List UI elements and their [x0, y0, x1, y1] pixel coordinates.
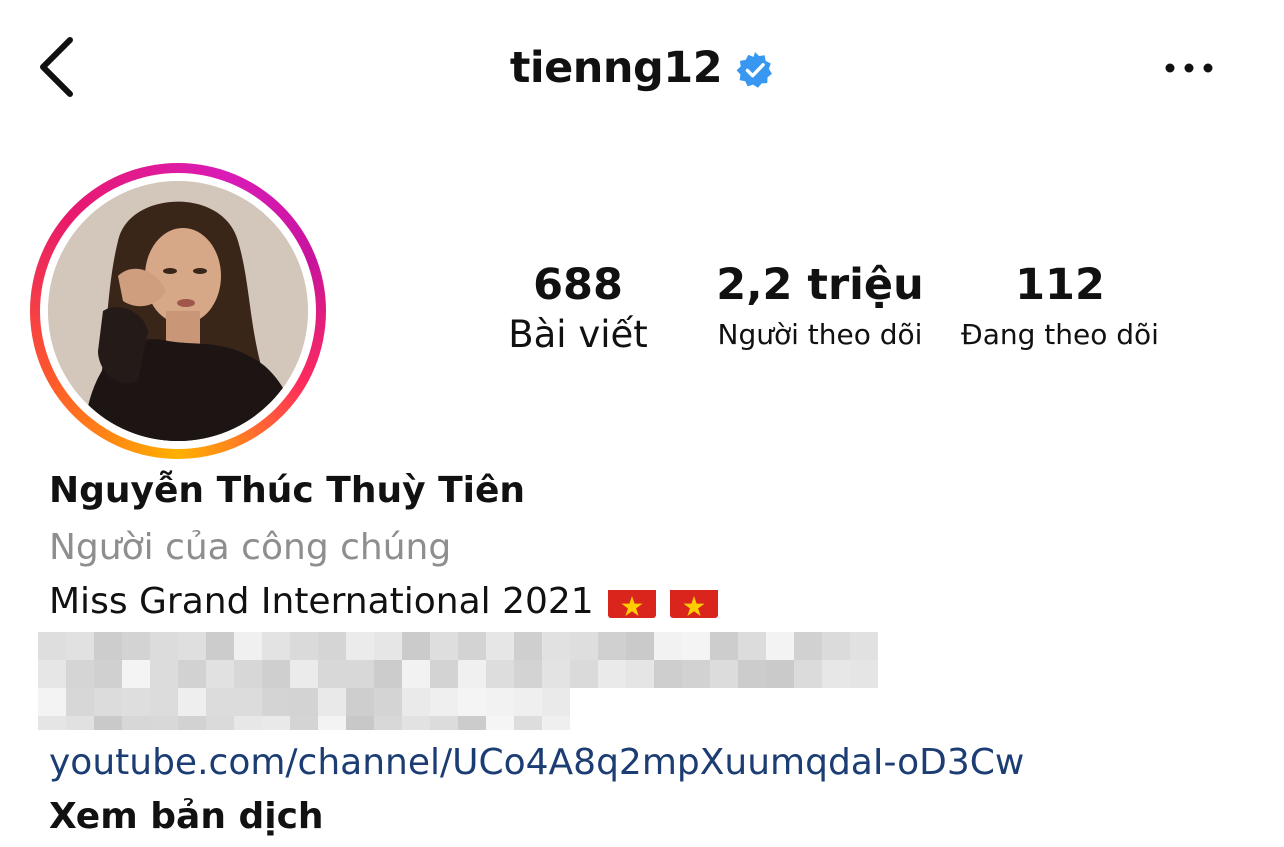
avatar-story-ring[interactable]	[30, 163, 326, 459]
vietnam-flag-icon	[607, 586, 656, 618]
avatar	[48, 181, 308, 441]
profile-photo	[48, 181, 308, 441]
header-title: tienng12	[0, 38, 1284, 98]
profile-link[interactable]: youtube.com/channel/UCo4A8q2mpXuumqdaI-o…	[49, 738, 1024, 788]
see-translation-button[interactable]: Xem bản dịch	[49, 792, 324, 842]
stat-following[interactable]: 112 Đang theo dõi	[945, 258, 1175, 358]
more-options-icon	[1165, 63, 1213, 73]
more-options-button[interactable]	[1158, 48, 1222, 88]
profile-category: Người của công chúng	[49, 527, 452, 568]
verified-badge-icon	[736, 51, 773, 88]
profile-full-name: Nguyễn Thúc Thuỳ Tiên	[49, 470, 526, 511]
followers-label: Người theo dõi	[717, 318, 923, 351]
following-count: 112	[1015, 260, 1105, 310]
redacted-bio-text	[38, 632, 898, 732]
posts-count: 688	[533, 260, 623, 310]
stat-posts[interactable]: 688 Bài viết	[488, 258, 668, 358]
bio-text: Miss Grand International 2021	[49, 581, 594, 622]
vietnam-flag-icon	[669, 586, 718, 618]
followers-count: 2,2 triệu	[716, 260, 924, 310]
stat-followers[interactable]: 2,2 triệu Người theo dõi	[700, 258, 940, 358]
bio-line: Miss Grand International 2021	[49, 577, 718, 627]
posts-label: Bài viết	[508, 313, 648, 356]
following-label: Đang theo dõi	[961, 318, 1159, 351]
username-title: tienng12	[509, 43, 723, 93]
